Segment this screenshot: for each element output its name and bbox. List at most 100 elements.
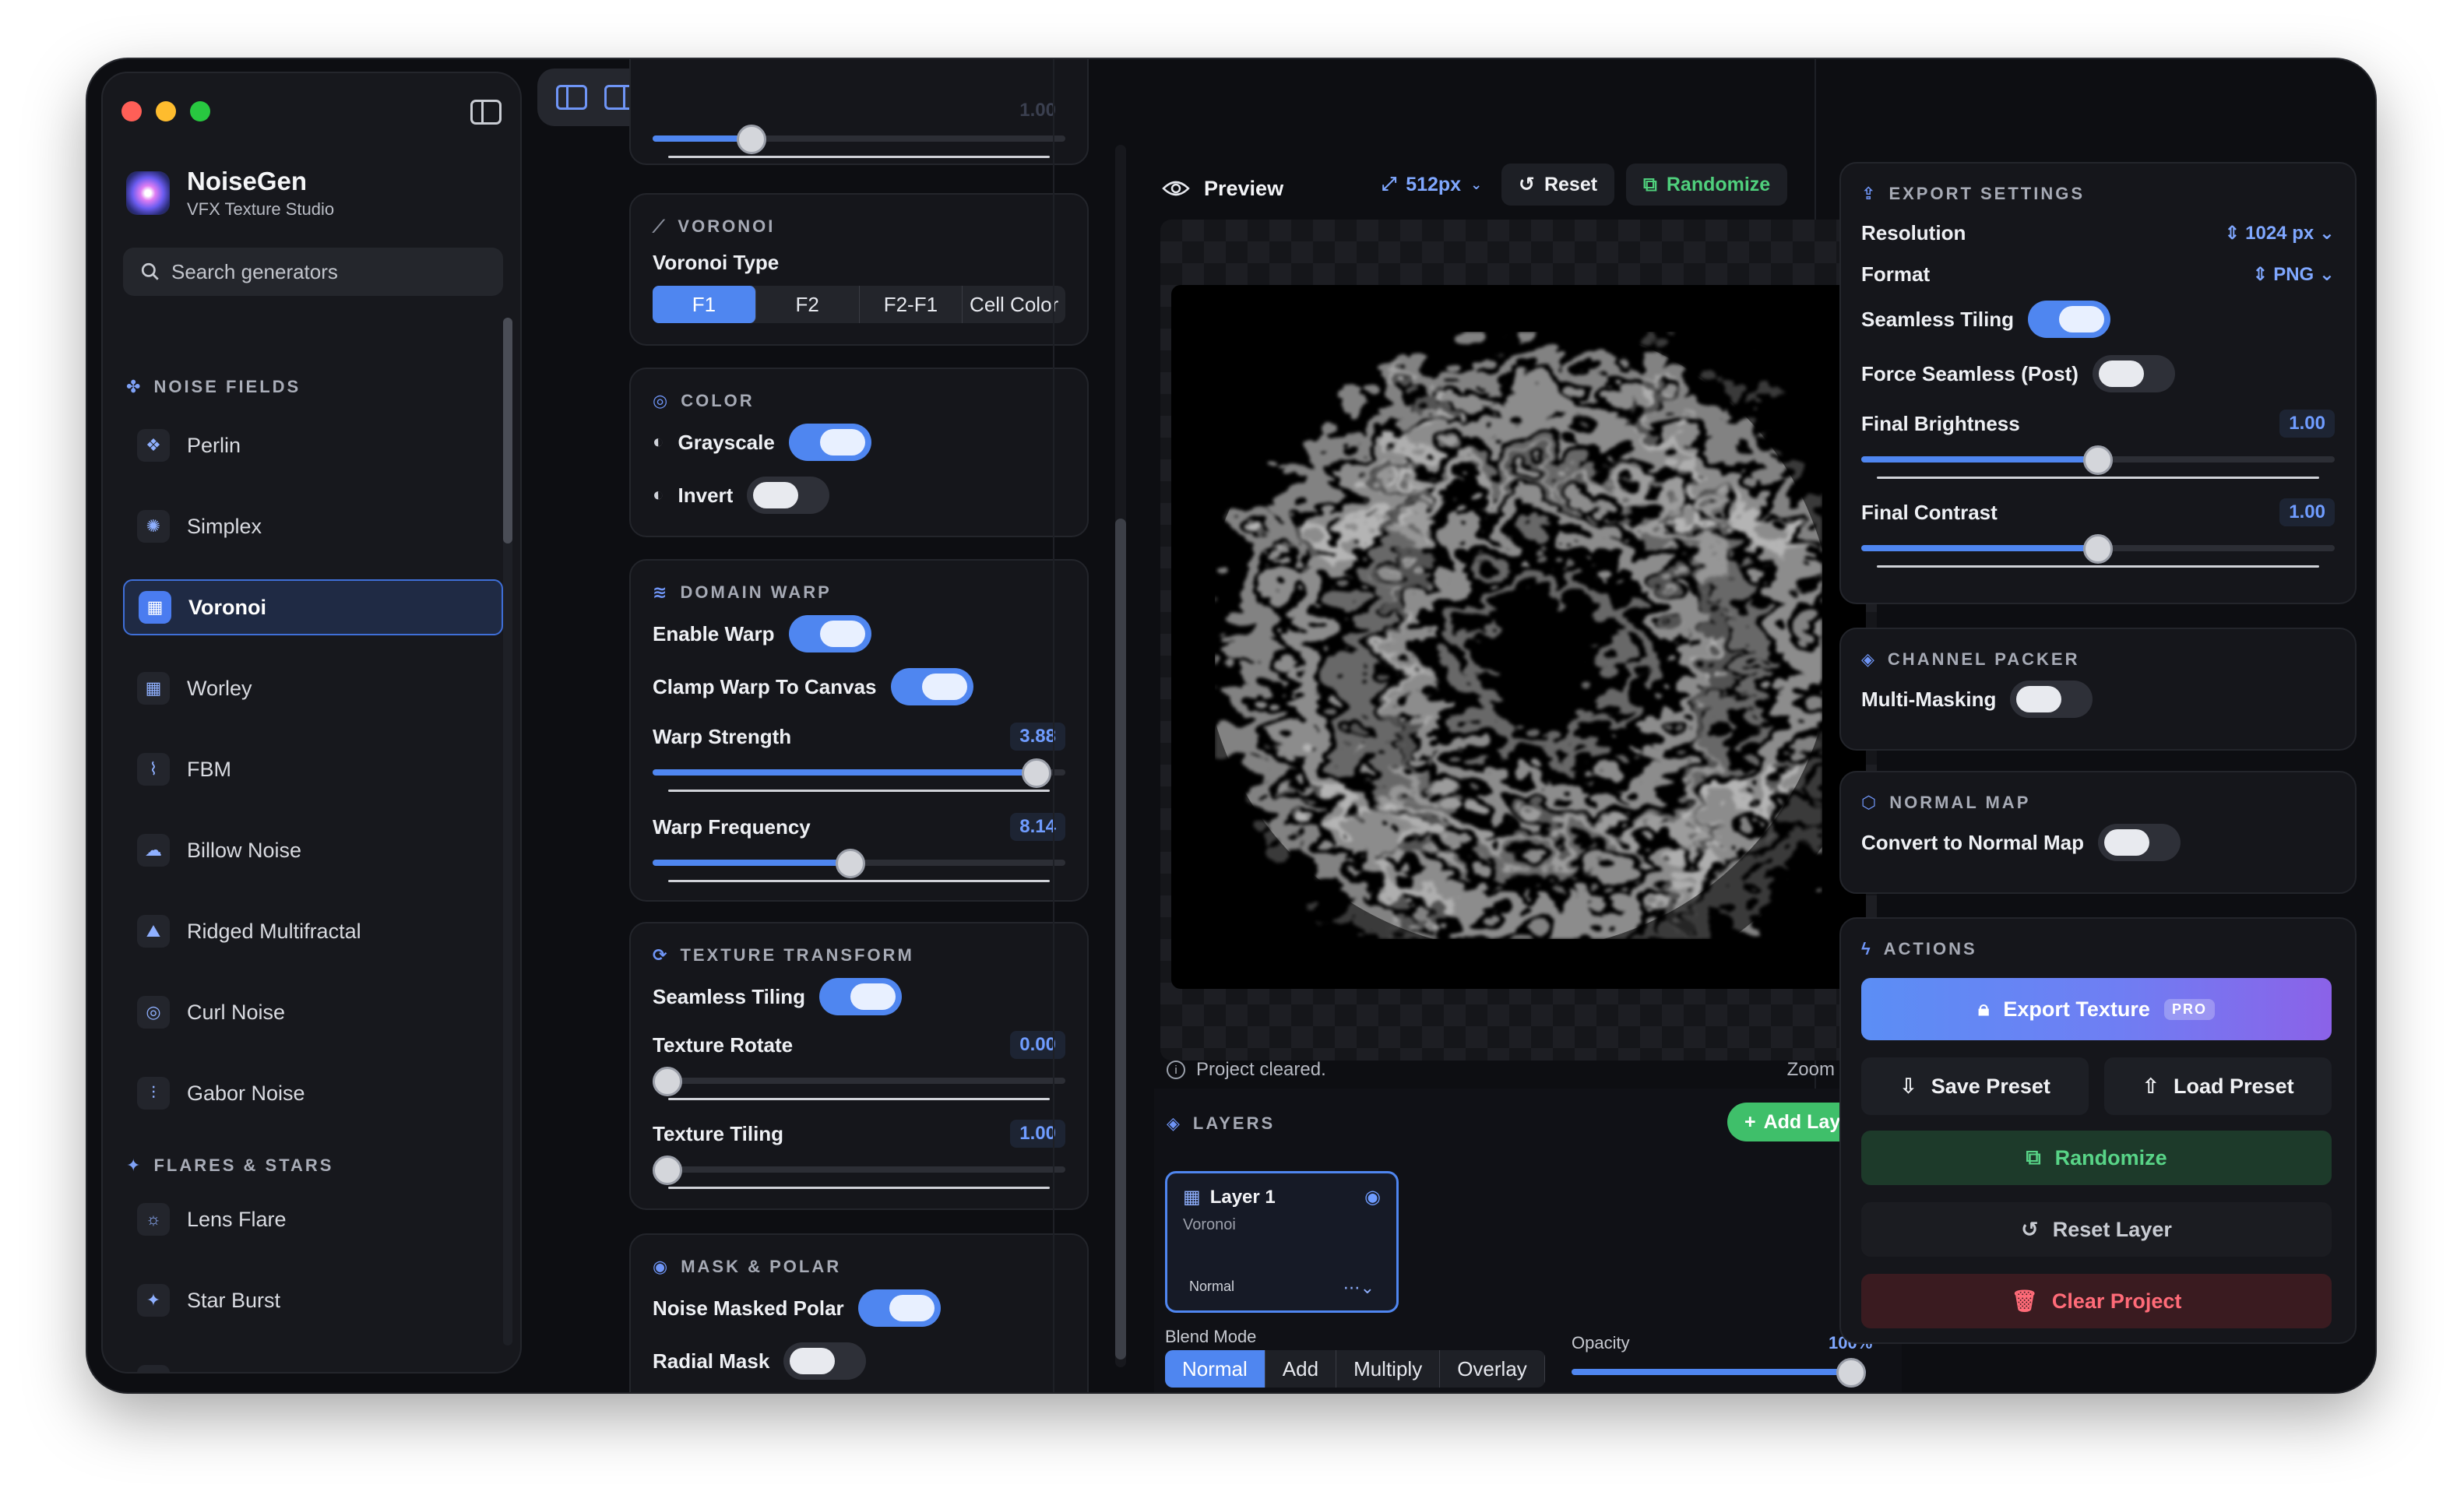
grayscale-toggle[interactable] <box>788 424 871 461</box>
voronoi-type-cell-color[interactable]: Cell Color <box>963 286 1065 323</box>
search-input[interactable] <box>171 259 483 284</box>
texture-tiling-slider[interactable] <box>653 1155 1065 1189</box>
eye-icon <box>1162 181 1190 196</box>
voronoi-type-f1[interactable]: F1 <box>653 286 756 323</box>
close-window-button[interactable] <box>121 101 142 121</box>
warp-frequency-value: 8.14 <box>1010 813 1065 841</box>
perlin-icon: ❖ <box>137 429 170 462</box>
settings-scrollbar-thumb[interactable] <box>1115 519 1126 1360</box>
load-preset-button[interactable]: ⇧ Load Preset <box>2104 1057 2332 1115</box>
radial-mask-toggle[interactable] <box>783 1342 867 1380</box>
blend-normal[interactable]: Normal <box>1165 1350 1265 1388</box>
sidebar-item-worley[interactable]: ▦ Worley <box>123 660 503 716</box>
preview-title: Preview <box>1204 176 1284 200</box>
visibility-eye-icon[interactable]: ◉ <box>1364 1186 1381 1208</box>
sidebar-toggle-icon[interactable] <box>470 100 502 125</box>
voronoi-type-f2[interactable]: F2 <box>756 286 860 323</box>
sidebar-item-star-burst[interactable]: ✦ Star Burst <box>123 1272 503 1328</box>
search-box[interactable] <box>123 248 503 296</box>
sidebar: NoiseGen VFX Texture Studio ✤ NOISE FIEL… <box>101 72 522 1374</box>
randomize-top-button[interactable]: ⧉ Randomize <box>1626 164 1788 206</box>
info-icon: i <box>1167 1061 1185 1079</box>
sidebar-item-fbm[interactable]: ⌇ FBM <box>123 741 503 797</box>
lock-icon: 🔒︎ <box>1978 997 1990 1020</box>
panel-export-settings: ⇪ EXPORT SETTINGS Resolution ⇕ 1024 px ⌄ … <box>1839 162 2357 604</box>
warp-frequency-slider[interactable] <box>653 849 1065 882</box>
top-slider[interactable] <box>653 125 1065 158</box>
multi-masking-toggle[interactable] <box>2010 681 2093 718</box>
warp-frequency-label: Warp Frequency <box>653 814 811 839</box>
voronoi-type-label: Voronoi Type <box>653 251 780 274</box>
layers-icon: ◈ <box>1167 1113 1182 1133</box>
section-noise-fields: ✤ NOISE FIELDS <box>126 377 301 396</box>
invert-toggle[interactable] <box>747 477 830 514</box>
blend-mode-label: Blend Mode <box>1165 1327 1257 1346</box>
texture-seamless-toggle[interactable] <box>819 978 903 1015</box>
sidebar-item-curl-noise[interactable]: ◎ Curl Noise <box>123 984 503 1040</box>
app-window: NoiseGen VFX Texture Studio ✤ NOISE FIEL… <box>87 59 2375 1392</box>
noise-texture <box>1171 285 1866 989</box>
texture-tiling-label: Texture Tiling <box>653 1121 784 1145</box>
sidebar-item-billow-noise[interactable]: ☁ Billow Noise <box>123 822 503 878</box>
size-dropdown[interactable]: ⤢ 512px ⌄ <box>1364 164 1499 206</box>
voronoi-type-f2-f1[interactable]: F2-F1 <box>860 286 963 323</box>
blend-add[interactable]: Add <box>1265 1350 1337 1388</box>
export-seamless-toggle[interactable] <box>2028 301 2111 338</box>
layer-card[interactable]: ▦ Layer 1 ◉ Voronoi Normal ⋯⌄ <box>1165 1171 1399 1313</box>
format-dropdown[interactable]: ⇕ PNG ⌄ <box>2252 263 2335 286</box>
sidebar-item-label: Solar Texture <box>187 1370 311 1373</box>
settings-column: 1.00 ⟋ VORONOI Voronoi Type F1 F2 F2-F1 C… <box>537 59 1114 1392</box>
panel-channel-packer: ◈ CHANNEL PACKER Multi-Masking <box>1839 628 2357 751</box>
sidebar-item-simplex[interactable]: ✺ Simplex <box>123 498 503 554</box>
sidebar-item-gabor-noise[interactable]: ⫶ Gabor Noise <box>123 1065 503 1121</box>
normal-map-toggle[interactable] <box>2098 824 2181 861</box>
warp-strength-slider[interactable] <box>653 758 1065 792</box>
opacity-slider[interactable] <box>1572 1358 1866 1388</box>
noise-masked-polar-toggle[interactable] <box>857 1289 941 1327</box>
sidebar-item-lens-flare[interactable]: ☼ Lens Flare <box>123 1191 503 1247</box>
texture-rotate-value: 0.00 <box>1010 1031 1065 1059</box>
layers-title: ◈ LAYERS <box>1167 1113 1276 1133</box>
sidebar-item-voronoi[interactable]: ▦ Voronoi <box>123 579 503 635</box>
reset-layer-button[interactable]: ↺ Reset Layer <box>1861 1202 2332 1257</box>
clear-project-button[interactable]: 🗑︎ Clear Project <box>1861 1274 2332 1328</box>
save-icon: ⇩ <box>1899 1074 1917 1098</box>
resolution-dropdown[interactable]: ⇕ 1024 px ⌄ <box>2224 222 2335 244</box>
warp-strength-value: 3.88 <box>1010 723 1065 751</box>
star-icon: ✦ <box>137 1284 170 1317</box>
sidebar-item-solar-texture[interactable]: ◎ Solar Texture <box>123 1353 503 1373</box>
save-preset-button[interactable]: ⇩ Save Preset <box>1861 1057 2089 1115</box>
final-contrast-slider[interactable] <box>1861 534 2335 568</box>
reset-button[interactable]: ↺ Reset <box>1501 164 1615 206</box>
blend-multiply[interactable]: Multiply <box>1336 1350 1441 1388</box>
minimize-window-button[interactable] <box>156 101 176 121</box>
final-brightness-slider[interactable] <box>1861 445 2335 479</box>
grid-icon: ▦ <box>1183 1187 1201 1208</box>
force-seamless-toggle[interactable] <box>2092 355 2175 392</box>
zoom-window-button[interactable] <box>190 101 210 121</box>
voronoi-icon: ▦ <box>139 591 171 624</box>
sidebar-scrollbar-thumb[interactable] <box>503 318 512 543</box>
app-subtitle: VFX Texture Studio <box>187 199 335 219</box>
sidebar-item-perlin[interactable]: ❖ Perlin <box>123 417 503 473</box>
export-seamless-label: Seamless Tiling <box>1861 307 2015 331</box>
export-texture-button[interactable]: 🔒︎ Export Texture PRO <box>1861 978 2332 1040</box>
waveform-icon: ⫶ <box>137 1077 170 1110</box>
sidebar-item-label: Simplex <box>187 514 262 538</box>
fbm-icon: ⌇ <box>137 753 170 786</box>
preview-canvas[interactable] <box>1160 220 1877 1061</box>
normal-map-label: Convert to Normal Map <box>1861 830 2085 854</box>
layer-more-icon[interactable]: ⋯⌄ <box>1343 1278 1375 1298</box>
texture-rotate-slider[interactable] <box>653 1067 1065 1100</box>
clamp-warp-toggle[interactable] <box>890 668 973 705</box>
voronoi-type-selector: F1 F2 F2-F1 Cell Color <box>653 286 1065 323</box>
sidebar-item-ridged-multifractal[interactable]: ⛰ Ridged Multifractal <box>123 903 503 959</box>
updown-icon: ⇕ <box>2224 223 2246 244</box>
panel-domain-warp: ≋ DOMAIN WARP Enable Warp Clamp Warp To C… <box>629 559 1089 902</box>
mountain-icon: ⛰ <box>137 915 170 948</box>
randomize-action-button[interactable]: ⧉ Randomize <box>1861 1131 2332 1185</box>
top-slider-value: 1.00 <box>1019 100 1056 121</box>
randomize-icon: ⧉ <box>1643 173 1657 195</box>
blend-overlay[interactable]: Overlay <box>1440 1350 1545 1388</box>
enable-warp-toggle[interactable] <box>788 615 871 652</box>
